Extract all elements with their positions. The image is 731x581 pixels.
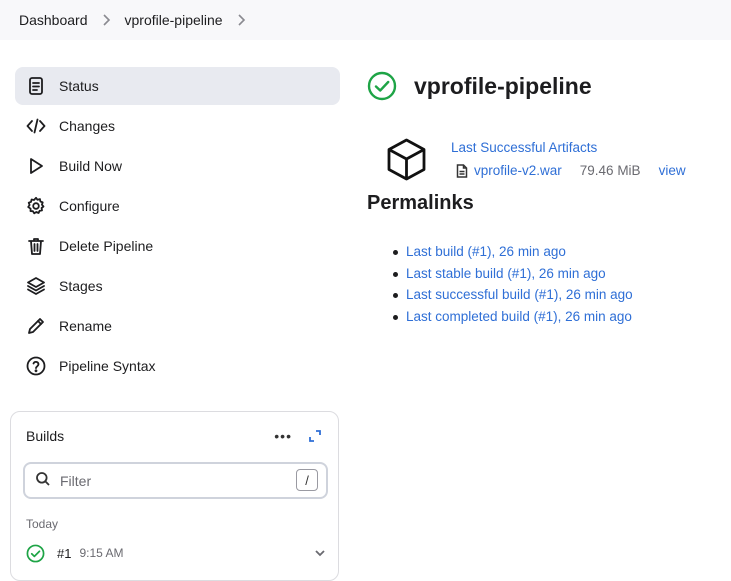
permalink-last-stable-build[interactable]: Last stable build (#1), 26 min ago [406,266,606,281]
breadcrumb-dashboard[interactable]: Dashboard [19,12,88,28]
chevron-right-icon [102,14,111,26]
sidebar-item-delete-pipeline[interactable]: Delete Pipeline [15,227,340,265]
search-icon [35,471,51,490]
sidebar-item-label: Changes [59,118,116,134]
artifact-file: vprofile-v2.war 79.46 MiB view [456,163,686,178]
pencil-icon [25,315,47,337]
permalink-last-completed-build[interactable]: Last completed build (#1), 26 min ago [406,309,632,324]
help-circle-icon [25,355,47,377]
list-item: Last successful build (#1), 26 min ago [392,287,633,309]
success-icon [26,544,45,562]
sidebar-item-pipeline-syntax[interactable]: Pipeline Syntax [15,347,340,385]
play-icon [25,155,47,177]
sidebar-item-label: Pipeline Syntax [59,358,156,374]
permalinks-heading: Permalinks [367,192,474,214]
builds-panel: Builds ••• / Today #1 9:15 AM [10,411,339,581]
sidebar: Status Changes Build Now Configure Delet… [15,67,340,387]
list-item: Last build (#1), 26 min ago [392,244,633,266]
sidebar-item-label: Delete Pipeline [59,238,154,254]
package-icon [385,137,428,185]
artifact-file-link[interactable]: vprofile-v2.war [474,163,562,178]
code-icon [25,115,47,137]
artifact-view-link[interactable]: view [659,163,686,178]
permalinks-list: Last build (#1), 26 min ago Last stable … [392,244,633,330]
permalink-last-build[interactable]: Last build (#1), 26 min ago [406,244,566,259]
build-number[interactable]: #1 [57,546,71,561]
gear-icon [25,195,47,217]
build-group-label: Today [26,517,59,531]
keyboard-shortcut-hint: / [296,469,318,491]
more-options-icon[interactable]: ••• [274,428,292,444]
artifact-file-size: 79.46 MiB [579,163,641,178]
trash-icon [25,235,47,257]
sidebar-item-changes[interactable]: Changes [15,107,340,145]
sidebar-item-label: Configure [59,198,120,214]
sidebar-item-label: Stages [59,278,103,294]
build-row[interactable]: #1 9:15 AM [26,542,326,564]
permalink-last-successful-build[interactable]: Last successful build (#1), 26 min ago [406,287,633,302]
last-successful-artifacts-link[interactable]: Last Successful Artifacts [451,140,597,155]
filter-input[interactable] [60,472,280,489]
sidebar-item-stages[interactable]: Stages [15,267,340,305]
sidebar-item-status[interactable]: Status [15,67,340,105]
list-item: Last completed build (#1), 26 min ago [392,309,633,331]
sidebar-item-label: Status [59,78,99,94]
breadcrumb: Dashboard vprofile-pipeline [0,0,731,40]
list-item: Last stable build (#1), 26 min ago [392,266,633,288]
sidebar-item-label: Rename [59,318,112,334]
filter-field: / [23,462,328,499]
page-header: vprofile-pipeline [367,71,592,101]
page-title: vprofile-pipeline [414,72,592,99]
breadcrumb-vprofile-pipeline[interactable]: vprofile-pipeline [125,12,223,28]
chevron-down-icon[interactable] [314,546,326,562]
file-icon [456,163,468,178]
sidebar-item-configure[interactable]: Configure [15,187,340,225]
layers-icon [25,275,47,297]
build-time: 9:15 AM [79,546,124,560]
expand-icon[interactable] [308,429,322,446]
sidebar-item-rename[interactable]: Rename [15,307,340,345]
chevron-right-icon[interactable] [237,14,246,26]
sidebar-item-build-now[interactable]: Build Now [15,147,340,185]
sidebar-item-label: Build Now [59,158,123,174]
builds-title: Builds [26,428,65,444]
document-icon [25,75,47,97]
success-icon [367,71,397,101]
artifacts-section: Last Successful Artifacts vprofile-v2.wa… [385,136,725,186]
